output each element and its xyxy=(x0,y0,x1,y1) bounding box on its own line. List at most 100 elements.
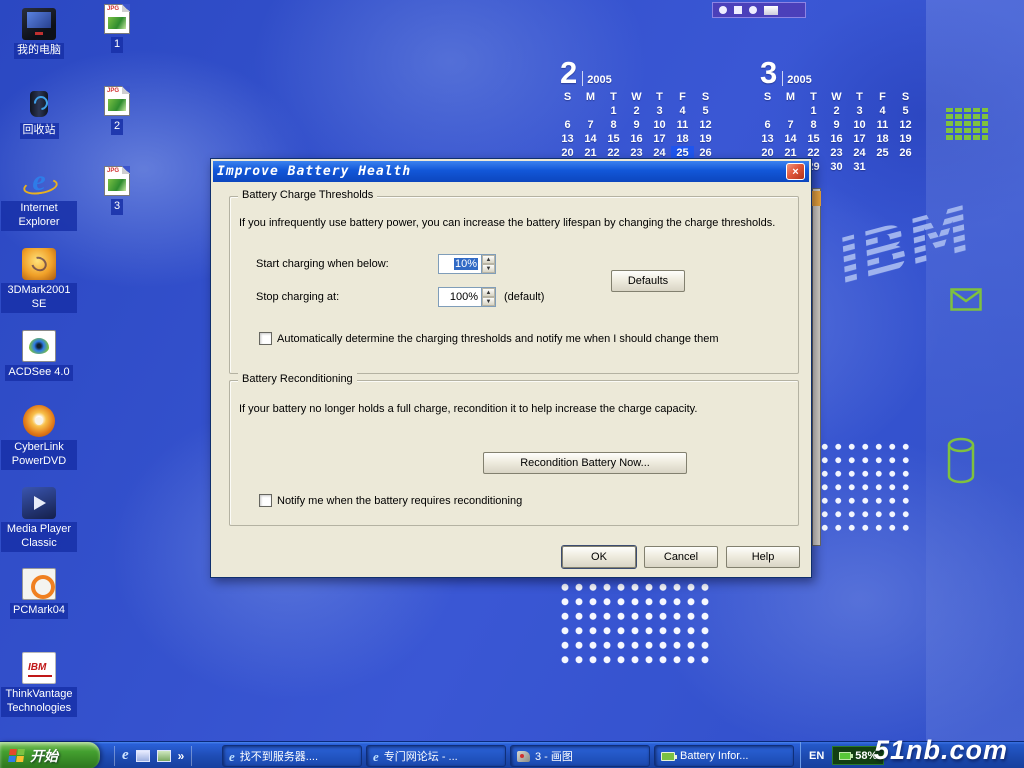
stop-charging-label: Stop charging at: xyxy=(256,291,339,304)
desktop-icon-powerdvd[interactable]: CyberLink PowerDVD xyxy=(0,405,78,470)
dialog-titlebar[interactable]: Improve Battery Health × xyxy=(213,161,809,182)
icon-label: 3 xyxy=(111,199,123,215)
desktop-icon-my-computer[interactable]: 我的电脑 xyxy=(0,8,78,59)
desktop-file-1[interactable]: JPG 1 xyxy=(78,4,156,53)
ie-icon: e xyxy=(229,750,235,763)
language-indicator[interactable]: EN xyxy=(809,750,824,762)
cancel-button[interactable]: Cancel xyxy=(644,546,718,568)
calendar-day xyxy=(756,104,779,118)
calendar-day: 12 xyxy=(894,118,917,132)
spin-down-button[interactable]: ▼ xyxy=(482,297,495,306)
background-window-titlebar-edge xyxy=(812,191,821,206)
spin-up-button[interactable]: ▲ xyxy=(482,255,495,264)
default-note: (default) xyxy=(504,291,544,304)
start-button[interactable]: 开始 xyxy=(0,742,100,768)
ok-button[interactable]: OK xyxy=(562,546,636,568)
icon-label: ACDSee 4.0 xyxy=(5,365,72,381)
dialog-title: Improve Battery Health xyxy=(217,164,411,179)
recondition-battery-button[interactable]: Recondition Battery Now... xyxy=(483,452,687,474)
desktop-icon-pcmark04[interactable]: PCMark04 xyxy=(0,568,78,619)
task-button-paint[interactable]: 3 - 画图 xyxy=(510,745,650,767)
task-button-server-not-found[interactable]: e 找不到服务器.... xyxy=(222,745,362,767)
desktop-icon-recycle-bin[interactable]: 回收站 xyxy=(0,88,78,139)
task-button-battery-information[interactable]: Battery Infor... xyxy=(654,745,794,767)
desktop-icon-acdsee[interactable]: ACDSee 4.0 xyxy=(0,330,78,381)
battery-icon xyxy=(839,752,851,760)
calendar-day: 11 xyxy=(671,118,694,132)
stop-threshold-spinner[interactable]: 100% ▲ ▼ xyxy=(438,287,496,307)
thinkvantage-icon xyxy=(22,652,56,684)
auto-determine-checkbox[interactable] xyxy=(259,332,272,345)
thumbnail xyxy=(108,179,126,191)
calendar-day: 6 xyxy=(756,118,779,132)
calendar-day-header: M xyxy=(579,90,602,104)
calendar-day-header: T xyxy=(648,90,671,104)
pcmark-icon xyxy=(22,568,56,600)
desktop: IBM 2 2005 SMTWTFS1234567891011121314151… xyxy=(0,0,1024,768)
calendar-header: 3 2005 xyxy=(756,54,917,88)
thumbnail xyxy=(108,99,126,111)
calendar-month: 2 xyxy=(560,57,577,88)
spin-down-button[interactable]: ▼ xyxy=(482,264,495,273)
desktop-file-2[interactable]: JPG 2 xyxy=(78,86,156,135)
widget-icon xyxy=(734,6,742,14)
calendar-day: 19 xyxy=(694,132,717,146)
calendar-march-2005: 3 2005 SMTWTFS12345678910111213141516171… xyxy=(756,54,917,174)
help-button[interactable]: Help xyxy=(726,546,800,568)
group-legend: Battery Reconditioning xyxy=(238,373,357,385)
task-button-forum[interactable]: e 专门网论坛 - ... xyxy=(366,745,506,767)
quick-launch-icon[interactable] xyxy=(136,750,150,762)
desktop-icon-thinkvantage[interactable]: ThinkVantage Technologies xyxy=(0,652,78,717)
widget-icon xyxy=(719,6,727,14)
start-label: 开始 xyxy=(30,746,58,766)
calendar-day-header: S xyxy=(894,90,917,104)
group-legend: Battery Charge Thresholds xyxy=(238,189,377,201)
start-threshold-spinner[interactable]: 10% ▲ ▼ xyxy=(438,254,496,274)
notify-reconditioning-checkbox[interactable] xyxy=(259,494,272,507)
envelope-icon xyxy=(950,288,982,312)
calendar-day: 23 xyxy=(825,146,848,160)
calendar-day: 4 xyxy=(671,104,694,118)
start-threshold-value[interactable]: 10% xyxy=(439,255,481,273)
calendar-day xyxy=(779,104,802,118)
calendar-day: 16 xyxy=(825,132,848,146)
background-window-edge xyxy=(812,188,821,546)
close-button[interactable]: × xyxy=(786,163,805,180)
desktop-icon-media-player-classic[interactable]: Media Player Classic xyxy=(0,487,78,552)
desktop-file-3[interactable]: JPG 3 xyxy=(78,166,156,215)
stop-threshold-value[interactable]: 100% xyxy=(439,288,481,306)
task-label: Battery Infor... xyxy=(680,750,748,762)
ie-icon: e xyxy=(373,750,379,763)
page-fold xyxy=(122,86,130,94)
calendar-day-header: S xyxy=(694,90,717,104)
defaults-button[interactable]: Defaults xyxy=(611,270,685,292)
my-computer-icon xyxy=(22,8,56,40)
media-player-classic-icon xyxy=(22,487,56,519)
icon-label: 我的电脑 xyxy=(14,43,64,59)
spin-up-button[interactable]: ▲ xyxy=(482,288,495,297)
cylinder-icon xyxy=(946,436,976,486)
calendar-day: 6 xyxy=(556,118,579,132)
calendar-day-header: F xyxy=(871,90,894,104)
calendar-day: 3 xyxy=(648,104,671,118)
dot-grid-pattern xyxy=(558,580,714,668)
quick-launch-ie-icon[interactable]: e xyxy=(122,748,129,763)
calendar-day: 2 xyxy=(825,104,848,118)
calendar-day: 14 xyxy=(579,132,602,146)
desktop-icon-3dmark2001[interactable]: 3DMark2001 SE xyxy=(0,248,78,313)
icon-label: Internet Explorer xyxy=(1,201,77,231)
desktop-widget-toolbar[interactable] xyxy=(712,2,806,18)
desktop-icon-internet-explorer[interactable]: e Internet Explorer xyxy=(0,166,78,231)
calendar-day: 9 xyxy=(625,118,648,132)
battery-icon xyxy=(661,752,675,761)
start-charging-label: Start charging when below: xyxy=(256,258,389,271)
battery-meter[interactable]: 58% xyxy=(832,746,884,765)
calendar-day: 24 xyxy=(848,146,871,160)
windows-flag-icon xyxy=(8,749,25,762)
calendar-header: 2 2005 xyxy=(556,54,717,88)
jpg-file-icon: JPG xyxy=(104,86,130,116)
quick-launch-overflow-chevron[interactable]: » xyxy=(178,749,185,763)
calendar-day: 8 xyxy=(602,118,625,132)
calendar-day: 5 xyxy=(894,104,917,118)
quick-launch-icon[interactable] xyxy=(157,750,171,762)
